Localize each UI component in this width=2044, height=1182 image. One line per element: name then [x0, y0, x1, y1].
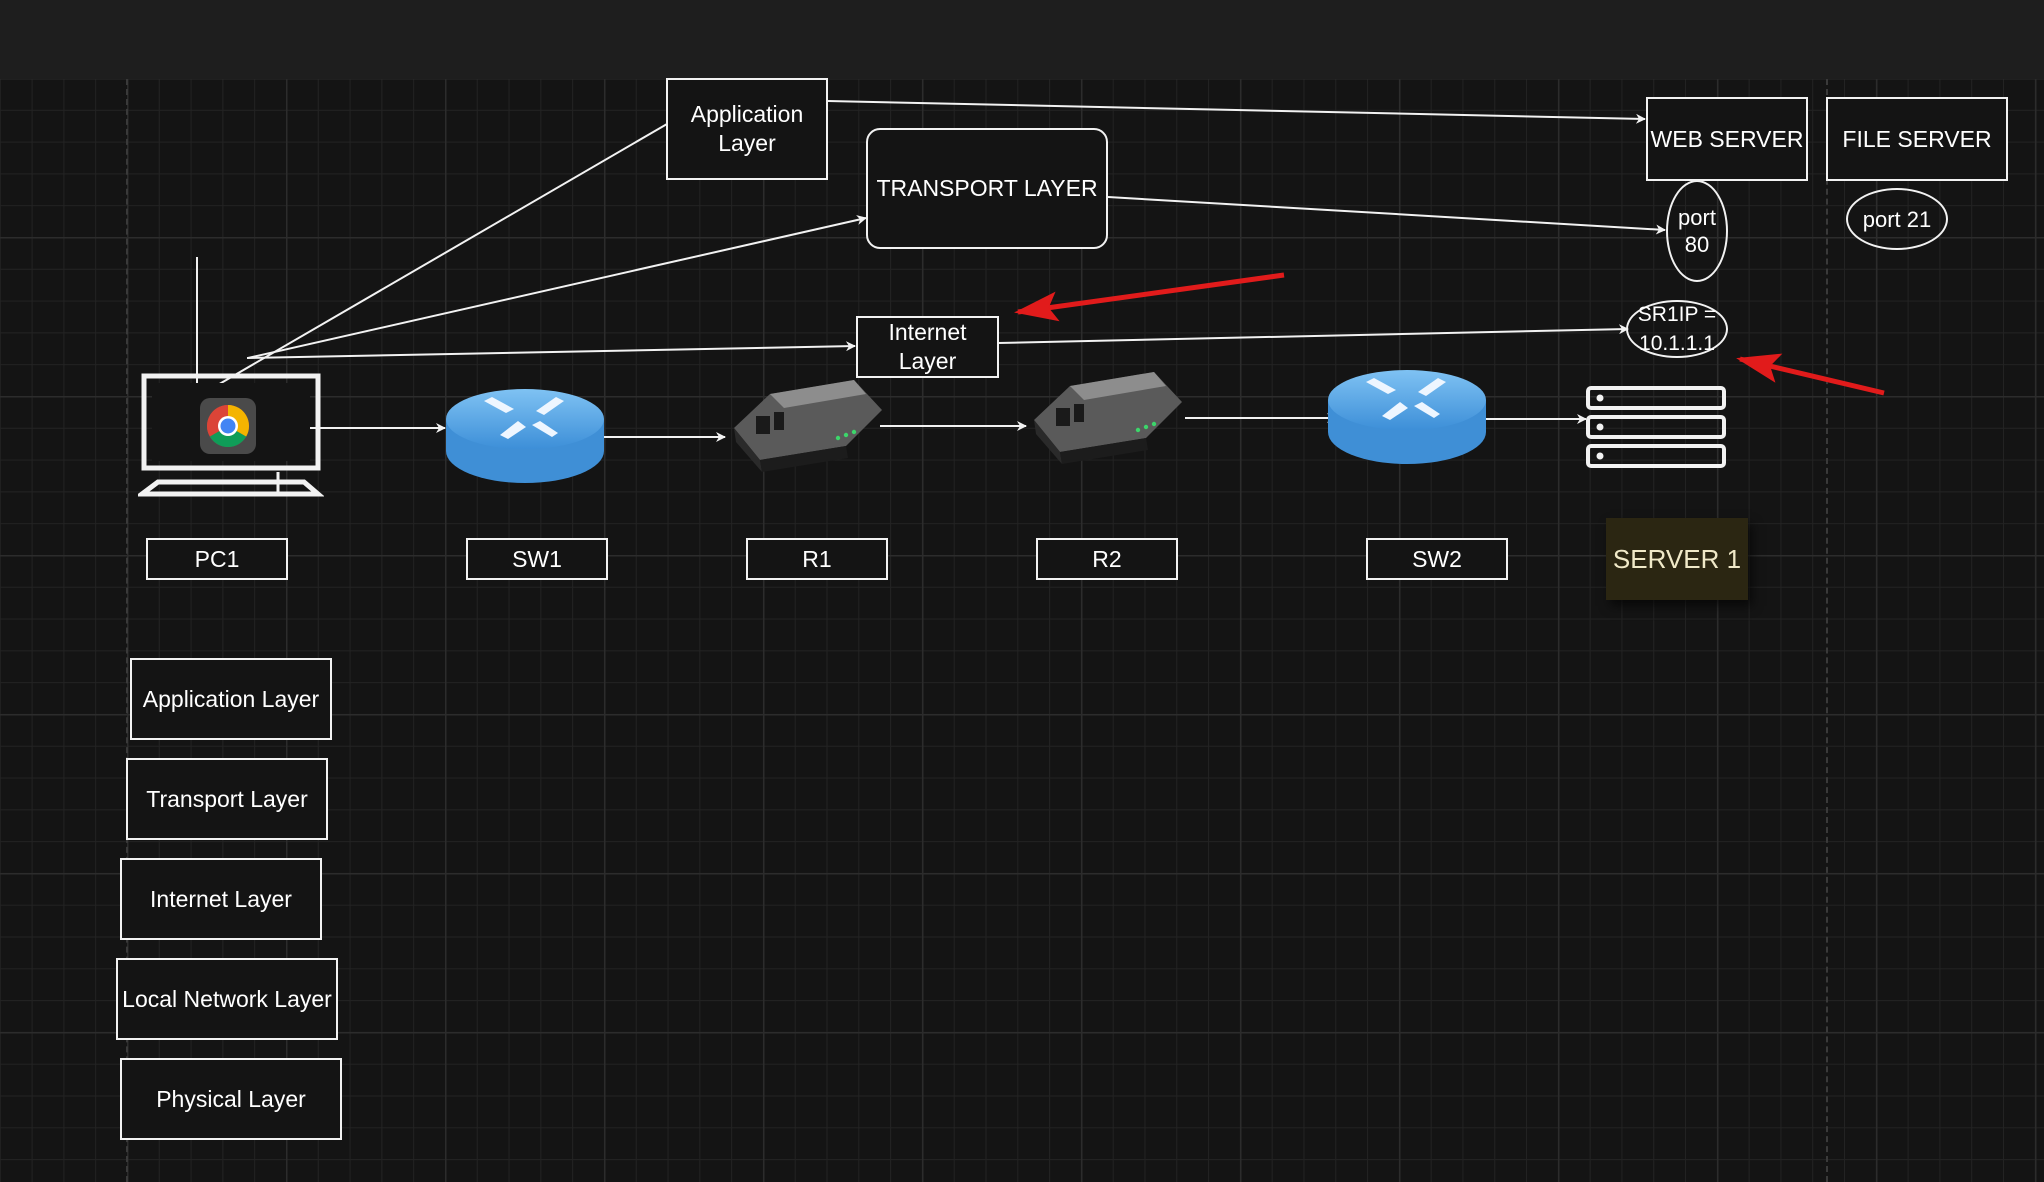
modem-icon[interactable] [1026, 364, 1186, 468]
stack-physical-layer[interactable]: Physical Layer [120, 1058, 342, 1140]
modem-icon[interactable] [726, 372, 886, 476]
device-label-r2[interactable]: R2 [1036, 538, 1178, 580]
application-layer-box[interactable]: Application Layer [666, 78, 828, 180]
stack-application-layer[interactable]: Application Layer [130, 658, 332, 740]
stack-local-network-layer[interactable]: Local Network Layer [116, 958, 338, 1040]
connector-transport-to-port80 [1107, 196, 1666, 235]
connector-pc1-to-transport [247, 215, 867, 359]
file-server-box[interactable]: FILE SERVER [1826, 97, 2008, 181]
transport-layer-box[interactable]: TRANSPORT LAYER [866, 128, 1108, 249]
internet-layer-box[interactable]: Internet Layer [856, 316, 999, 378]
connector-pc1-to-internet [246, 341, 856, 359]
computer-with-chrome-icon[interactable] [138, 372, 324, 504]
connector-application-to-webserver [827, 100, 1646, 124]
router-icon[interactable] [444, 385, 606, 489]
annotation-arrow-sr1ip [1736, 353, 1885, 396]
port-80-ellipse[interactable]: port 80 [1666, 180, 1728, 282]
router-icon[interactable] [1326, 366, 1488, 470]
port-21-ellipse[interactable]: port 21 [1846, 188, 1948, 250]
device-label-sw1[interactable]: SW1 [466, 538, 608, 580]
annotation-arrow-internet-layer [1014, 272, 1285, 322]
connector-pc1-to-application [196, 123, 668, 398]
device-label-r1[interactable]: R1 [746, 538, 888, 580]
stack-transport-layer[interactable]: Transport Layer [126, 758, 328, 840]
connector-internet-to-sr1ip [997, 324, 1629, 344]
web-server-box[interactable]: WEB SERVER [1646, 97, 1808, 181]
stack-internet-layer[interactable]: Internet Layer [120, 858, 322, 940]
device-label-server1[interactable]: SERVER 1 [1606, 518, 1748, 600]
sr1ip-ellipse[interactable]: SR1IP = 10.1.1.1 [1626, 300, 1728, 358]
device-label-sw2[interactable]: SW2 [1366, 538, 1508, 580]
server-rack-icon[interactable] [1584, 384, 1730, 472]
device-label-pc1[interactable]: PC1 [146, 538, 288, 580]
